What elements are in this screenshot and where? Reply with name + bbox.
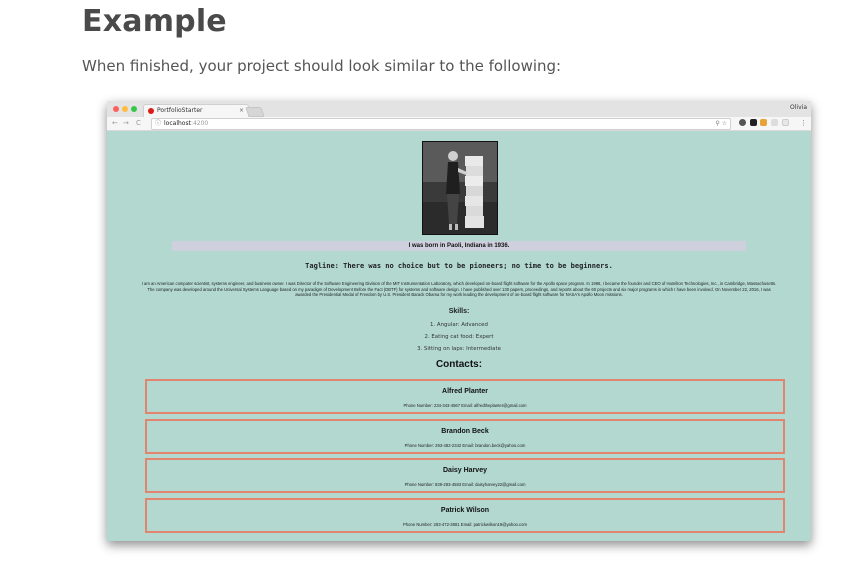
reload-icon[interactable]: C	[136, 118, 141, 129]
tagline: Tagline: There was no choice but to be p…	[305, 262, 613, 270]
url-host: localhost	[164, 120, 191, 127]
profile-photo	[422, 141, 498, 235]
contact-card: Alfred Planter Phone Number: 234-343-456…	[145, 379, 785, 414]
forward-icon[interactable]: →	[123, 118, 129, 129]
tab-strip: PortfolioStarter × Olivia	[107, 101, 811, 118]
contact-name: Daisy Harvey	[443, 467, 487, 474]
extension-pencil-icon[interactable]	[760, 119, 767, 126]
angular-favicon-icon	[148, 108, 154, 114]
contact-info: Phone Number: 234-343-4567 Email: alfred…	[403, 403, 527, 408]
bio-caption: I was born in Paoli, Indiana in 1936.	[172, 241, 746, 251]
contact-name: Brandon Beck	[441, 428, 489, 435]
extension-clock-icon[interactable]	[739, 119, 746, 126]
bio-text: I am an American computer scientist, sys…	[141, 281, 777, 298]
contact-card: Brandon Beck Phone Number: 293-482-2342 …	[145, 419, 785, 454]
close-window-dot[interactable]	[113, 106, 119, 112]
skill-item: 3. Sitting on laps: Intermediate	[417, 346, 501, 352]
browser-toolbar: ← → C ⓘ localhost:4200 ⚲ ☆ ⋮	[107, 117, 811, 131]
contact-card: Patrick Wilson Phone Number: 283-472-388…	[145, 498, 785, 533]
extension-puzzle-icon[interactable]	[750, 119, 757, 126]
skill-item: 2. Eating cat food: Expert	[424, 334, 494, 340]
profile-photo-image	[423, 142, 497, 234]
tab-title: PortfolioStarter	[157, 107, 203, 114]
extension-grey-icon[interactable]	[771, 119, 778, 126]
contact-name: Alfred Planter	[442, 388, 488, 395]
address-bar[interactable]: ⓘ localhost:4200 ⚲ ☆	[151, 118, 731, 130]
tab-portfolio-starter[interactable]: PortfolioStarter ×	[143, 104, 249, 118]
maximize-window-dot[interactable]	[131, 106, 137, 112]
minimize-window-dot[interactable]	[122, 106, 128, 112]
contact-card: Daisy Harvey Phone Number: 839-283-4583 …	[145, 458, 785, 493]
extension-box-icon[interactable]	[782, 119, 789, 126]
site-info-icon[interactable]: ⓘ	[155, 119, 161, 129]
address-url: localhost:4200	[164, 119, 208, 129]
profile-name[interactable]: Olivia	[790, 104, 807, 111]
doc-heading: Example	[82, 4, 227, 39]
zoom-bookmark-icons[interactable]: ⚲ ☆	[715, 119, 727, 129]
skill-item: 1. Angular: Advanced	[430, 322, 488, 328]
contacts-heading: Contacts:	[435, 359, 483, 370]
menu-icon[interactable]: ⋮	[800, 118, 807, 129]
doc-intro: When finished, your project should look …	[82, 57, 562, 75]
contact-info: Phone Number: 839-283-4583 Email: daisyh…	[404, 482, 526, 487]
contact-name: Patrick Wilson	[440, 507, 490, 514]
contact-info: Phone Number: 283-472-3881 Email: patric…	[403, 522, 527, 527]
page-viewport: I was born in Paoli, Indiana in 1936. Ta…	[107, 131, 811, 541]
contact-info: Phone Number: 293-482-2342 Email: brando…	[404, 443, 526, 448]
tab-close-icon[interactable]: ×	[239, 105, 244, 117]
url-port: :4200	[190, 120, 209, 127]
new-tab-button[interactable]	[245, 107, 265, 117]
browser-window: PortfolioStarter × Olivia ← → C ⓘ localh…	[107, 101, 811, 541]
skills-heading: Skills:	[448, 308, 470, 315]
back-icon[interactable]: ←	[112, 118, 118, 129]
